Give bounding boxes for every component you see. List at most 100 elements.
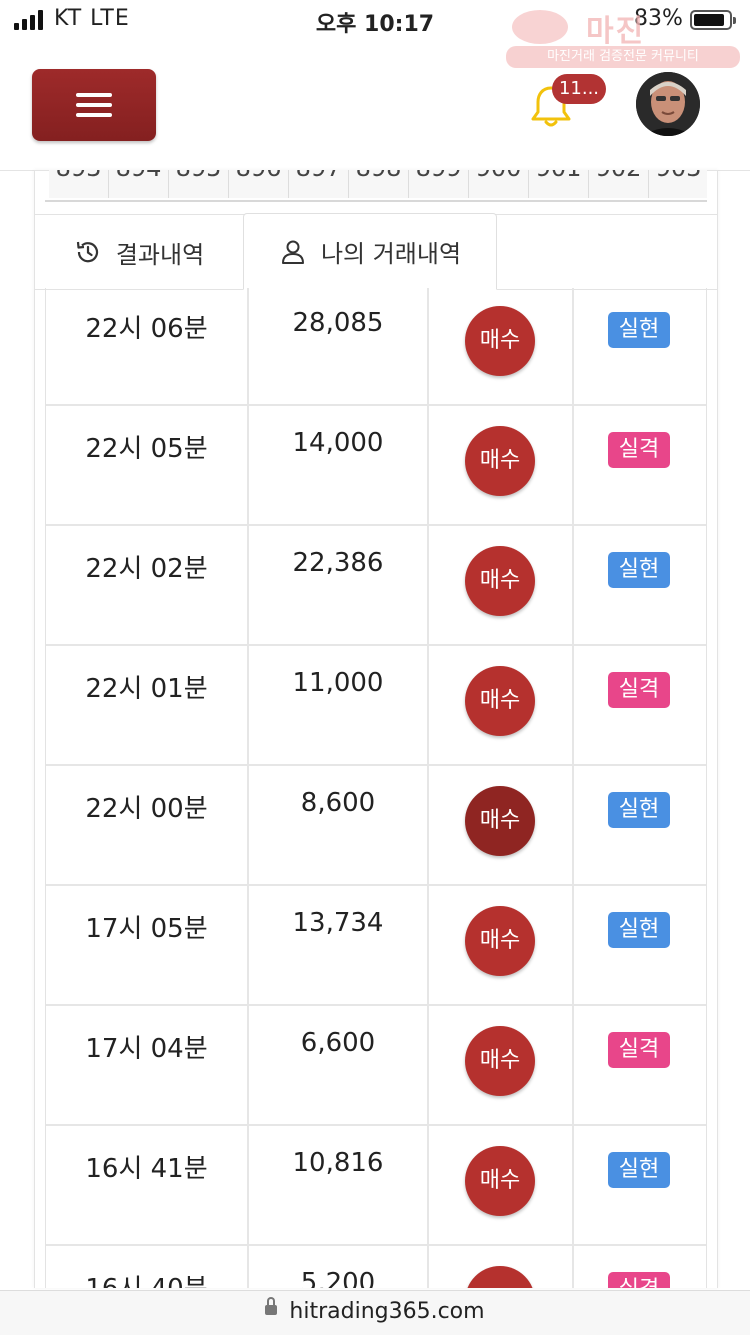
buy-button[interactable]: 매수 xyxy=(465,1266,535,1288)
buy-button[interactable]: 매수 xyxy=(465,426,535,496)
tab-my-trades-label: 나의 거래내역 xyxy=(320,240,462,268)
result-badge: 실격 xyxy=(608,1032,670,1068)
trade-amount: 13,734 xyxy=(292,908,384,938)
content-panel: 893894895896897898899900901902903 결과내역 나… xyxy=(34,170,718,1288)
buy-button[interactable]: 매수 xyxy=(465,306,535,376)
time-cell: 17시 04분 xyxy=(46,1006,249,1124)
amount-cell: 5,200 xyxy=(249,1246,429,1288)
strip-number: 899 xyxy=(409,170,468,182)
trade-time: 22시 02분 xyxy=(85,554,208,584)
trade-amount: 10,816 xyxy=(292,1148,384,1178)
buy-button[interactable]: 매수 xyxy=(465,906,535,976)
strip-cell[interactable]: 899 xyxy=(409,170,469,198)
trade-amount: 22,386 xyxy=(292,548,384,578)
trade-time: 16시 40분 xyxy=(46,1268,247,1288)
action-cell: 매수 xyxy=(429,766,574,884)
strip-cell[interactable]: 903 xyxy=(649,170,707,198)
strip-number: 903 xyxy=(649,170,707,182)
strip-number: 901 xyxy=(529,170,588,182)
result-cell: 실현 xyxy=(574,526,706,644)
strip-cell[interactable]: 901 xyxy=(529,170,589,198)
strip-cell[interactable]: 894 xyxy=(109,170,169,198)
browser-url-bar[interactable]: hitrading365.com xyxy=(0,1290,750,1335)
trade-amount: 28,085 xyxy=(292,308,384,338)
result-cell: 실현 xyxy=(574,886,706,1004)
strip-number: 898 xyxy=(349,170,408,182)
buy-button[interactable]: 매수 xyxy=(465,666,535,736)
strip-number: 897 xyxy=(289,170,348,182)
result-badge: 실현 xyxy=(608,792,670,828)
time-cell: 22시 05분 xyxy=(46,406,249,524)
user-icon xyxy=(281,240,304,264)
result-badge: 실현 xyxy=(608,552,670,588)
notification-badge[interactable]: 11... xyxy=(552,74,606,104)
strip-cell[interactable]: 893 xyxy=(49,170,109,198)
result-cell: 실격 xyxy=(574,1006,706,1124)
amount-cell: 8,600 xyxy=(249,766,429,884)
trade-time: 17시 05분 xyxy=(85,914,208,944)
amount-cell: 11,000 xyxy=(249,646,429,764)
app-header: 11... xyxy=(0,40,750,171)
strip-cell[interactable]: 900 xyxy=(469,170,529,198)
action-cell: 매수 xyxy=(429,886,574,1004)
result-cell: 실격 xyxy=(574,406,706,524)
url-text: hitrading365.com xyxy=(289,1299,485,1324)
eagle-emblem-icon xyxy=(512,10,568,44)
action-cell: 매수 xyxy=(429,646,574,764)
history-icon xyxy=(76,241,98,263)
table-row: 22시 06분 28,085 매수 실현 xyxy=(46,288,706,406)
tab-my-trades[interactable]: 나의 거래내역 xyxy=(243,213,497,290)
tab-results[interactable]: 결과내역 xyxy=(35,215,243,289)
amount-cell: 6,600 xyxy=(249,1006,429,1124)
strip-number: 895 xyxy=(169,170,228,182)
time-cell: 22시 06분 xyxy=(46,288,249,404)
result-cell: 실격 xyxy=(574,1246,706,1288)
trade-amount: 14,000 xyxy=(292,428,384,458)
buy-button[interactable]: 매수 xyxy=(465,786,535,856)
strip-number: 894 xyxy=(109,170,168,182)
result-badge: 실격 xyxy=(608,432,670,468)
menu-button[interactable] xyxy=(32,69,156,141)
strip-cell[interactable]: 897 xyxy=(289,170,349,198)
strip-cell[interactable]: 895 xyxy=(169,170,229,198)
time-cell: 16시 40분 xyxy=(46,1246,249,1288)
time-cell: 22시 02분 xyxy=(46,526,249,644)
strip-cell[interactable]: 898 xyxy=(349,170,409,198)
strip-cell[interactable]: 896 xyxy=(229,170,289,198)
action-cell: 매수 xyxy=(429,288,574,404)
amount-cell: 22,386 xyxy=(249,526,429,644)
table-row: 17시 04분 6,600 매수 실격 xyxy=(46,1006,706,1126)
trade-amount: 6,600 xyxy=(300,1028,376,1058)
number-strip[interactable]: 893894895896897898899900901902903 xyxy=(45,170,707,202)
result-cell: 실현 xyxy=(574,288,706,404)
table-row: 16시 41분 10,816 매수 실현 xyxy=(46,1126,706,1246)
tab-results-label: 결과내역 xyxy=(115,240,205,269)
buy-button[interactable]: 매수 xyxy=(465,1146,535,1216)
table-row: 22시 05분 14,000 매수 실격 xyxy=(46,406,706,526)
time-cell: 22시 00분 xyxy=(46,766,249,884)
amount-cell: 14,000 xyxy=(249,406,429,524)
action-cell: 매수 xyxy=(429,1126,574,1244)
buy-button[interactable]: 매수 xyxy=(465,1026,535,1096)
time-cell: 22시 01분 xyxy=(46,646,249,764)
trade-time: 22시 05분 xyxy=(85,434,208,464)
table-row: 17시 05분 13,734 매수 실현 xyxy=(46,886,706,1006)
table-row: 22시 00분 8,600 매수 실현 xyxy=(46,766,706,886)
action-cell: 매수 xyxy=(429,406,574,524)
result-badge: 실현 xyxy=(608,1152,670,1188)
amount-cell: 10,816 xyxy=(249,1126,429,1244)
strip-number: 902 xyxy=(589,170,648,182)
table-row: 22시 02분 22,386 매수 실현 xyxy=(46,526,706,646)
strip-cell[interactable]: 902 xyxy=(589,170,649,198)
result-cell: 실격 xyxy=(574,646,706,764)
buy-button[interactable]: 매수 xyxy=(465,546,535,616)
trade-time: 16시 41분 xyxy=(85,1154,208,1184)
avatar[interactable] xyxy=(636,72,700,136)
time-cell: 16시 41분 xyxy=(46,1126,249,1244)
table-row: 22시 01분 11,000 매수 실격 xyxy=(46,646,706,766)
trade-amount: 11,000 xyxy=(292,668,384,698)
action-cell: 매수 xyxy=(429,1006,574,1124)
action-cell: 매수 xyxy=(429,1246,574,1288)
amount-cell: 28,085 xyxy=(249,288,429,404)
trade-time: 22시 01분 xyxy=(85,674,208,704)
